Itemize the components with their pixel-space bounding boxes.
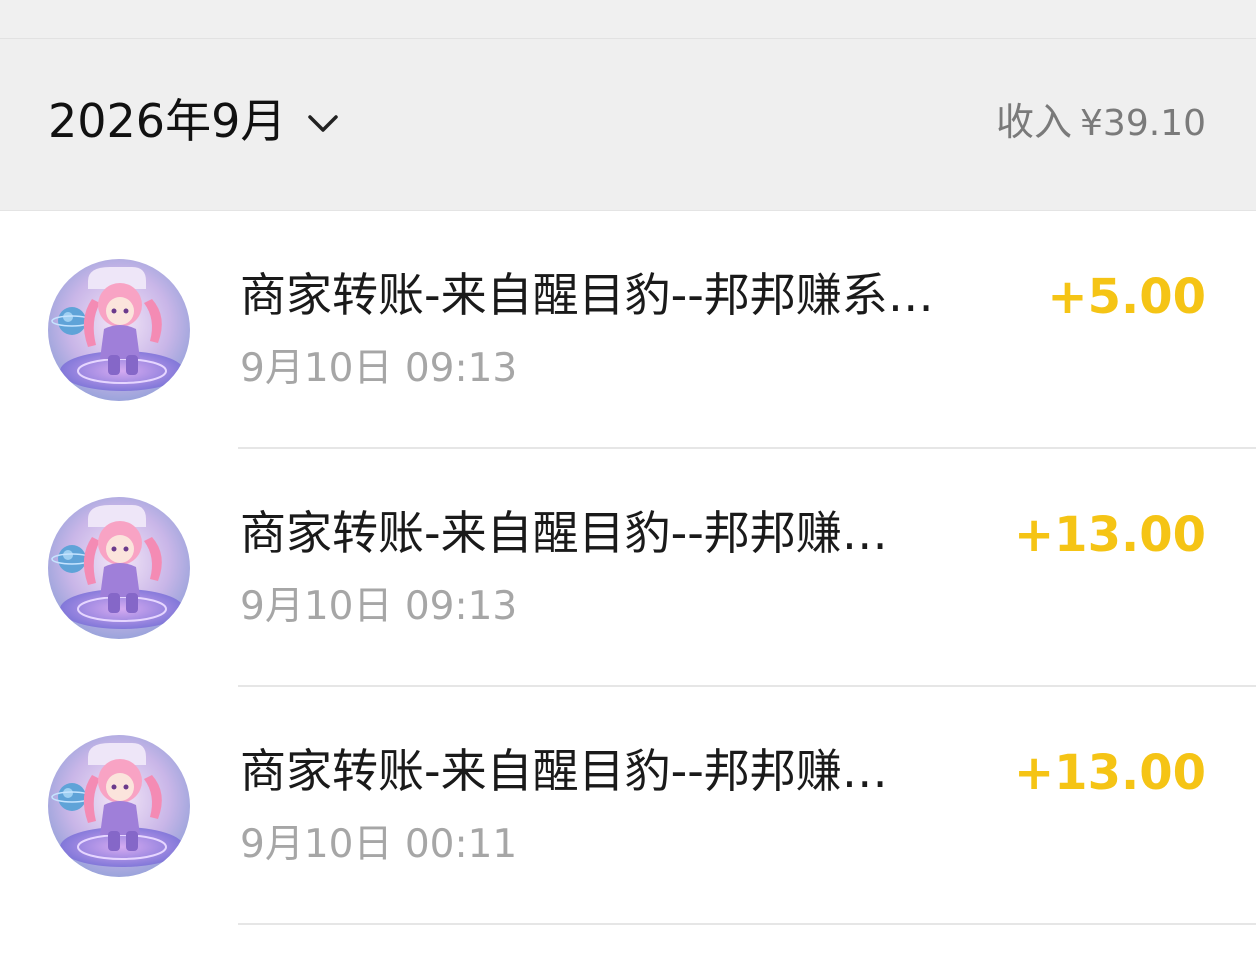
month-selector[interactable]: 2026年9月 [48,91,340,151]
avatar [48,735,190,877]
avatar [48,497,190,639]
income-label: 收入 [996,100,1073,144]
transaction-title: 商家转账-来自醒目豹--邦邦赚… [240,744,888,798]
transaction-row[interactable]: 商家转账-来自醒目豹--邦邦赚… 9月10日 09:13 +13.00 [0,449,1256,687]
transaction-title: 商家转账-来自醒目豹--邦邦赚… [240,506,888,560]
income-amount: ¥39.10 [1080,103,1206,144]
income-summary: 收入 ¥39.10 [996,99,1206,147]
transaction-row[interactable]: 商家转账-来自醒目豹--邦邦赚系… 9月10日 09:13 +5.00 [0,211,1256,449]
row-divider [238,923,1256,925]
top-bar [0,0,1256,39]
transaction-amount: +13.00 [1013,507,1206,563]
transaction-time: 9月10日 09:13 [240,346,518,391]
transaction-row[interactable]: 商家转账-来自醒目豹--邦邦赚… 9月10日 00:11 +13.00 [0,687,1256,925]
transaction-amount: +13.00 [1013,745,1206,801]
transaction-title: 商家转账-来自醒目豹--邦邦赚系… [240,268,934,322]
avatar [48,259,190,401]
transaction-time: 9月10日 09:13 [240,584,518,629]
transaction-list: 商家转账-来自醒目豹--邦邦赚系… 9月10日 09:13 +5.00 商家转账… [0,211,1256,925]
transaction-amount: +5.00 [1047,269,1206,325]
chevron-down-icon[interactable] [306,106,340,140]
month-header: 2026年9月 收入 ¥39.10 [0,39,1256,211]
transaction-time: 9月10日 00:11 [240,822,518,867]
month-label: 2026年9月 [48,94,287,148]
